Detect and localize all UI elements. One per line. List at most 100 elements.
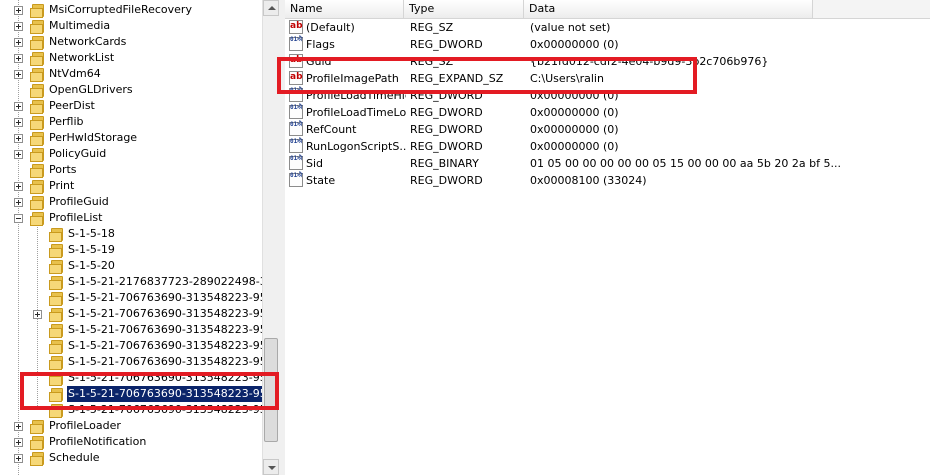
tree-item-label: S-1-5-18 <box>68 227 115 240</box>
value-data: 0x00000000 (0) <box>530 89 619 102</box>
folder-icon <box>30 180 44 194</box>
tree-item[interactable]: ProfileGuid <box>0 194 262 210</box>
expand-plus-icon[interactable] <box>14 438 23 447</box>
folder-icon <box>30 132 44 146</box>
tree-item[interactable]: S-1-5-21-2176837723-289022498-3217 <box>0 274 262 290</box>
value-type: REG_DWORD <box>410 89 483 102</box>
tree-item[interactable]: S-1-5-21-706763690-313548223-95229 <box>0 354 262 370</box>
expand-plus-icon[interactable] <box>14 38 23 47</box>
tree-item[interactable]: S-1-5-21-706763690-313548223-95229 <box>0 402 262 418</box>
tree-item-label: S-1-5-21-706763690-313548223-95229 <box>68 355 262 368</box>
scroll-up-arrow-icon[interactable] <box>263 0 279 16</box>
tree-item[interactable]: S-1-5-21-706763690-313548223-95229 <box>0 370 262 386</box>
tree-item[interactable]: ProfileList <box>0 210 262 226</box>
tree-item[interactable]: Print <box>0 178 262 194</box>
binary-value-icon <box>289 156 303 170</box>
value-type: REG_DWORD <box>410 38 483 51</box>
value-data: 0x00000000 (0) <box>530 123 619 136</box>
expand-plus-icon[interactable] <box>14 150 23 159</box>
value-row[interactable]: RunLogonScriptS... REG_DWORD 0x00000000 (0… <box>285 138 930 155</box>
folder-icon <box>49 356 63 370</box>
value-name: RefCount <box>306 123 357 136</box>
tree-item-label: Print <box>49 179 75 192</box>
registry-key-tree[interactable]: MsiCorruptedFileRecovery Multimedia Networ… <box>0 0 262 475</box>
expand-plus-icon[interactable] <box>14 118 23 127</box>
tree-item[interactable]: NetworkCards <box>0 34 262 50</box>
value-data: {b21fd012-cdf2-4e04-b9d9-3b2c706b976} <box>530 55 769 68</box>
tree-item-label: Perflib <box>49 115 84 128</box>
column-header-data[interactable]: Data <box>524 0 813 18</box>
value-type: REG_DWORD <box>410 123 483 136</box>
tree-item-label: NtVdm64 <box>49 67 101 80</box>
tree-item[interactable]: MsiCorruptedFileRecovery <box>0 2 262 18</box>
tree-item[interactable]: S-1-5-19 <box>0 242 262 258</box>
value-row[interactable]: ProfileLoadTimeHigh REG_DWORD 0x00000000 (… <box>285 87 930 104</box>
expand-plus-icon[interactable] <box>14 198 23 207</box>
tree-item-label: S-1-5-21-706763690-313548223-95229 <box>68 371 262 384</box>
tree-vertical-scrollbar[interactable] <box>262 0 280 475</box>
collapse-minus-icon[interactable] <box>14 214 23 223</box>
tree-item-label: ProfileGuid <box>49 195 109 208</box>
column-header-type[interactable]: Type <box>404 0 524 18</box>
tree-item[interactable]: NetworkList <box>0 50 262 66</box>
registry-values-list[interactable]: Name Type Data (Default) REG_SZ (value not… <box>285 0 930 475</box>
tree-item-label: S-1-5-19 <box>68 243 115 256</box>
value-row[interactable]: State REG_DWORD 0x00008100 (33024) <box>285 172 930 189</box>
value-row[interactable]: (Default) REG_SZ (value not set) <box>285 18 930 36</box>
tree-item[interactable]: PeerDist <box>0 98 262 114</box>
tree-item[interactable]: ProfileLoader <box>0 418 262 434</box>
tree-item[interactable]: ProfileNotification <box>0 434 262 450</box>
tree-item[interactable]: PolicyGuid <box>0 146 262 162</box>
tree-item[interactable]: S-1-5-18 <box>0 226 262 242</box>
tree-item[interactable]: S-1-5-21-706763690-313548223-95229 <box>0 306 262 322</box>
expand-plus-icon[interactable] <box>33 310 42 319</box>
folder-icon <box>49 244 63 258</box>
tree-item[interactable]: S-1-5-20 <box>0 258 262 274</box>
value-name: (Default) <box>306 21 355 34</box>
tree-item[interactable]: S-1-5-21-706763690-313548223-95229 <box>0 386 262 402</box>
expand-plus-icon[interactable] <box>14 422 23 431</box>
value-type: REG_EXPAND_SZ <box>410 72 504 85</box>
tree-item[interactable]: Perflib <box>0 114 262 130</box>
value-row[interactable]: ProfileImagePath REG_EXPAND_SZ C:\Users\ra… <box>285 69 930 87</box>
expand-plus-icon[interactable] <box>14 134 23 143</box>
tree-item[interactable]: Multimedia <box>0 18 262 34</box>
tree-item[interactable]: Ports <box>0 162 262 178</box>
value-name: RunLogonScriptS... <box>306 140 406 153</box>
value-data: 0x00000000 (0) <box>530 106 619 119</box>
folder-icon <box>30 100 44 114</box>
folder-icon <box>30 452 44 466</box>
value-type: REG_BINARY <box>410 157 479 170</box>
expand-plus-icon[interactable] <box>14 22 23 31</box>
value-row[interactable]: Flags REG_DWORD 0x00000000 (0) <box>285 36 930 53</box>
expand-plus-icon[interactable] <box>14 454 23 463</box>
scroll-down-arrow-icon[interactable] <box>263 459 279 475</box>
folder-icon <box>30 148 44 162</box>
tree-item[interactable]: PerHwIdStorage <box>0 130 262 146</box>
value-row[interactable]: Guid REG_SZ {b21fd012-cdf2-4e04-b9d9-3b2c7… <box>285 52 930 70</box>
tree-item-label: S-1-5-20 <box>68 259 115 272</box>
value-row[interactable]: ProfileLoadTimeLow REG_DWORD 0x00000000 (0… <box>285 104 930 121</box>
tree-item-label: NetworkList <box>49 51 115 64</box>
expand-plus-icon[interactable] <box>14 102 23 111</box>
value-row[interactable]: RefCount REG_DWORD 0x00000000 (0) <box>285 121 930 138</box>
tree-item[interactable]: S-1-5-21-706763690-313548223-95229 <box>0 338 262 354</box>
tree-item[interactable]: S-1-5-21-706763690-313548223-95229 <box>0 290 262 306</box>
tree-item[interactable]: S-1-5-21-706763690-313548223-95229 <box>0 322 262 338</box>
column-header-name[interactable]: Name <box>285 0 404 18</box>
expand-plus-icon[interactable] <box>14 182 23 191</box>
folder-icon <box>49 388 63 402</box>
tree-item-label: PeerDist <box>49 99 95 112</box>
binary-value-icon <box>289 37 303 51</box>
folder-icon <box>49 340 63 354</box>
expand-plus-icon[interactable] <box>14 70 23 79</box>
value-row[interactable]: Sid REG_BINARY 01 05 00 00 00 00 00 05 15 … <box>285 155 930 172</box>
tree-item[interactable]: Schedule <box>0 450 262 466</box>
tree-item[interactable]: NtVdm64 <box>0 66 262 82</box>
tree-item[interactable]: OpenGLDrivers <box>0 82 262 98</box>
expand-plus-icon[interactable] <box>14 6 23 15</box>
expand-plus-icon[interactable] <box>14 54 23 63</box>
tree-item-label: Ports <box>49 163 77 176</box>
string-value-icon <box>289 18 303 35</box>
scrollbar-thumb[interactable] <box>264 338 278 442</box>
